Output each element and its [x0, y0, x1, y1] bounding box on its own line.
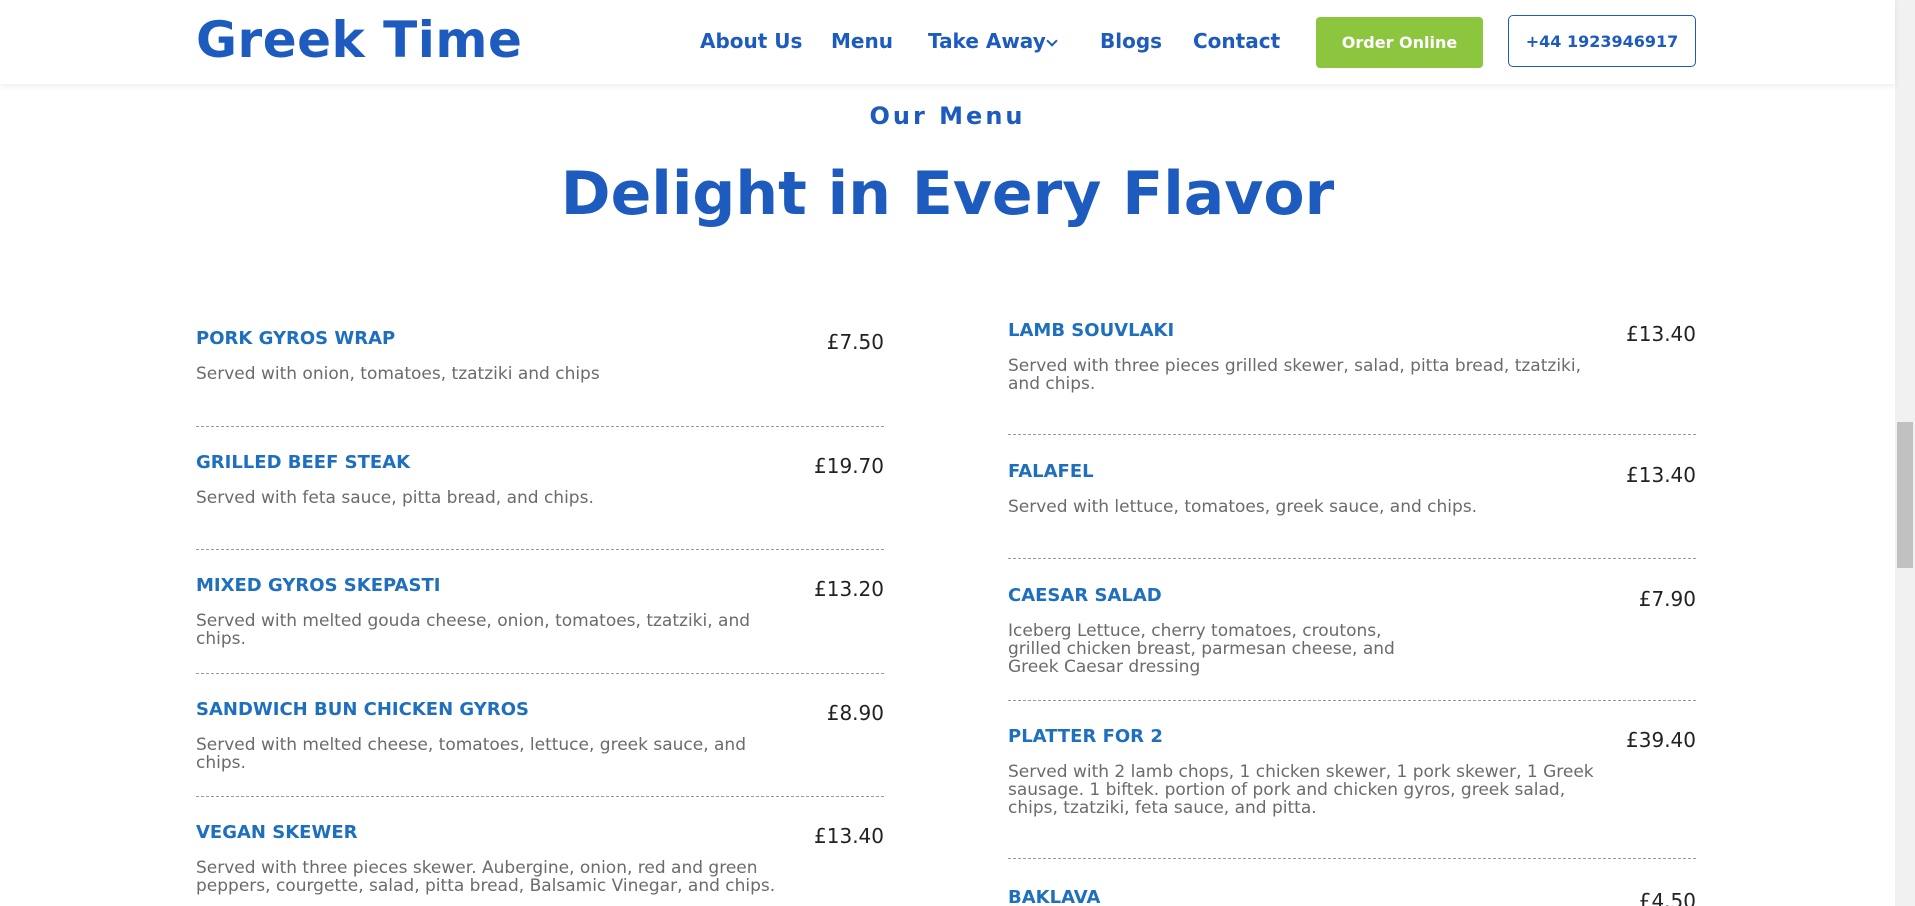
menu-item-name: FALAFEL — [1008, 461, 1094, 482]
menu-item-description: Served with lettuce, tomatoes, greek sau… — [1008, 497, 1478, 517]
menu-item-name: SANDWICH BUN CHICKEN GYROS — [196, 699, 529, 720]
menu-item-name: CAESAR SALAD — [1008, 585, 1162, 606]
nav-take-away[interactable]: Take Away — [928, 28, 1046, 54]
nav-contact[interactable]: Contact — [1193, 28, 1280, 54]
nav-about-us[interactable]: About Us — [700, 28, 802, 54]
phone-button[interactable]: +44 1923946917 — [1508, 15, 1696, 67]
menu-item-name: VEGAN SKEWER — [196, 822, 358, 843]
menu-item-price: £13.40 — [1626, 322, 1696, 346]
menu-divider — [1008, 858, 1696, 859]
section-headline: Delight in Every Flavor — [560, 159, 1335, 229]
menu-item-price: £8.90 — [826, 701, 884, 725]
menu-item-price: £39.40 — [1626, 728, 1696, 752]
menu-divider — [196, 673, 884, 674]
menu-item-name: LAMB SOUVLAKI — [1008, 320, 1175, 341]
menu-item-description: Served with three pieces grilled skewer,… — [1008, 356, 1582, 394]
section-eyebrow: Our Menu — [869, 102, 1026, 130]
nav-menu[interactable]: Menu — [831, 28, 893, 54]
menu-item-description: Served with 2 lamb chops, 1 chicken skew… — [1008, 762, 1594, 818]
menu-item-name: PORK GYROS WRAP — [196, 328, 396, 349]
page: Greek Time About Us Menu Take Away Blogs… — [0, 0, 1915, 906]
menu-divider — [196, 549, 884, 550]
menu-item-price: £4.50 — [1638, 889, 1696, 906]
site-logo[interactable]: Greek Time — [196, 10, 522, 70]
menu-item-description: Served with onion, tomatoes, tzatziki an… — [196, 364, 600, 384]
menu-divider — [1008, 700, 1696, 701]
menu-item-name: BAKLAVA — [1008, 887, 1101, 906]
menu-item-price: £7.90 — [1638, 587, 1696, 611]
menu-item-description: Served with melted gouda cheese, onion, … — [196, 611, 751, 649]
nav-blogs[interactable]: Blogs — [1100, 28, 1162, 54]
menu-divider — [1008, 558, 1696, 559]
menu-item-description: Served with feta sauce, pitta bread, and… — [196, 488, 594, 508]
scrollbar-thumb[interactable] — [1897, 422, 1913, 568]
menu-item-name: PLATTER FOR 2 — [1008, 726, 1163, 747]
menu-divider — [196, 796, 884, 797]
menu-item-price: £7.50 — [826, 330, 884, 354]
menu-item-name: MIXED GYROS SKEPASTI — [196, 575, 441, 596]
menu-divider — [1008, 434, 1696, 435]
menu-item-price: £13.40 — [814, 824, 884, 848]
menu-item-description: Served with three pieces skewer. Aubergi… — [196, 858, 776, 896]
menu-item-price: £13.20 — [814, 577, 884, 601]
menu-item-description: Served with melted cheese, tomatoes, let… — [196, 735, 747, 773]
site-header: Greek Time About Us Menu Take Away Blogs… — [0, 0, 1895, 84]
chevron-down-icon[interactable] — [1046, 35, 1058, 47]
menu-item-description: Iceberg Lettuce, cherry tomatoes, crouto… — [1008, 621, 1395, 677]
menu-item-price: £13.40 — [1626, 463, 1696, 487]
menu-item-name: GRILLED BEEF STEAK — [196, 452, 411, 473]
menu-divider — [196, 426, 884, 427]
order-online-button[interactable]: Order Online — [1316, 17, 1483, 68]
menu-item-price: £19.70 — [814, 454, 884, 478]
